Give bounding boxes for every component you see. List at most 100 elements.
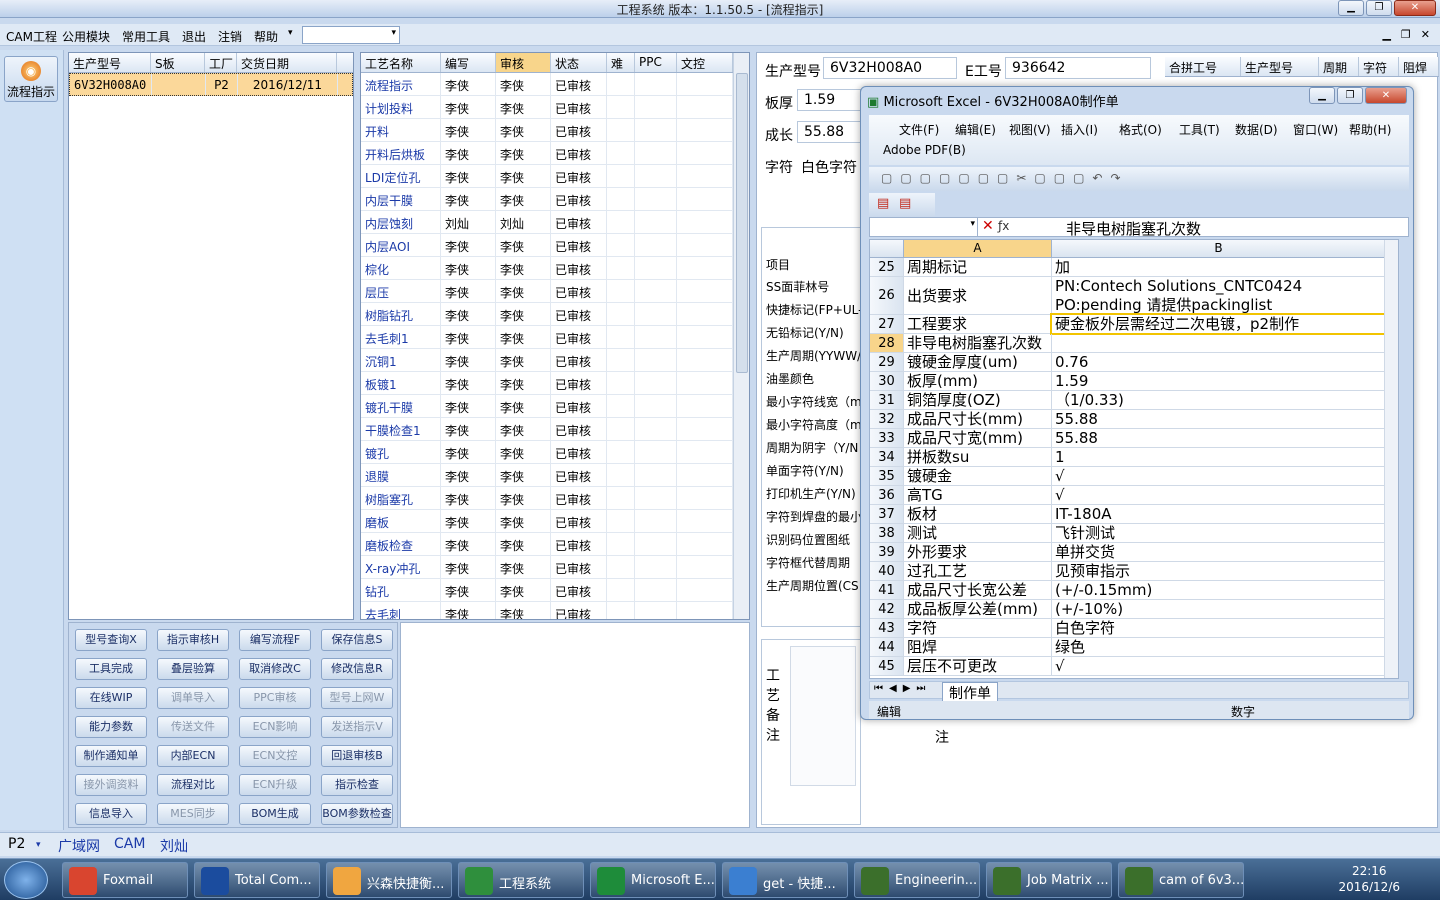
table-row[interactable]: 磨板检查 李侠 李侠 已审核: [361, 533, 749, 556]
table-row[interactable]: LDI定位孔 李侠 李侠 已审核: [361, 165, 749, 188]
taskbar-item[interactable]: Foxmail: [62, 862, 188, 898]
col-model[interactable]: 生产型号: [69, 53, 151, 72]
row-number[interactable]: 33: [870, 429, 904, 447]
col-combine-char[interactable]: 字符: [1359, 57, 1399, 76]
table-row[interactable]: 磨板 李侠 李侠 已审核: [361, 510, 749, 533]
cell-b[interactable]: 1: [1052, 448, 1386, 466]
cell-b[interactable]: 55.88: [1052, 410, 1386, 428]
table-row[interactable]: 6V32H008A0 P2 2016/12/11: [69, 73, 353, 96]
row-number[interactable]: 26: [870, 277, 904, 314]
cell-a[interactable]: 成品尺寸长(mm): [904, 410, 1052, 428]
taskbar-item[interactable]: Total Com...: [194, 862, 320, 898]
cell-a[interactable]: 镀硬金厚度(um): [904, 353, 1052, 371]
row-number[interactable]: 38: [870, 524, 904, 542]
row-number[interactable]: 37: [870, 505, 904, 523]
cell-b[interactable]: 55.88: [1052, 429, 1386, 447]
excel-menu-window[interactable]: 窗口(W): [1293, 121, 1338, 138]
table-row[interactable]: X-ray冲孔 李侠 李侠 已审核: [361, 556, 749, 579]
mdi-minimize-icon[interactable]: ▁: [1382, 28, 1390, 41]
table-row[interactable]: 镀孔 李侠 李侠 已审核: [361, 441, 749, 464]
function-button[interactable]: 回退审核B: [321, 745, 393, 767]
col-doccontrol[interactable]: 文控: [677, 53, 733, 72]
taskbar-item[interactable]: cam of 6v3...: [1118, 862, 1244, 898]
function-button[interactable]: BOM参数检查: [321, 803, 393, 825]
function-button[interactable]: 流程对比: [157, 774, 229, 796]
process-scrollbar[interactable]: [733, 53, 749, 619]
excel-menu-format[interactable]: 格式(O): [1119, 121, 1162, 138]
table-row[interactable]: 内层AOI 李侠 李侠 已审核: [361, 234, 749, 257]
row-number[interactable]: 34: [870, 448, 904, 466]
factory-selector[interactable]: P2: [8, 836, 25, 852]
menu-help[interactable]: 帮助: [254, 28, 278, 45]
cell-b[interactable]: 白色字符: [1052, 619, 1386, 637]
cell-b[interactable]: 绿色: [1052, 638, 1386, 656]
cell-b[interactable]: [1052, 334, 1386, 352]
cell-a[interactable]: 工程要求: [904, 315, 1052, 333]
function-button[interactable]: 修改信息R: [321, 658, 393, 680]
col-reviewer[interactable]: 审核: [496, 53, 551, 72]
cell-a[interactable]: 周期标记: [904, 258, 1052, 276]
toolbar-icons[interactable]: ▢▢▢▢▢▢▢✂▢▢▢↶↷: [881, 171, 1129, 185]
fx-icon[interactable]: ƒx: [998, 219, 1009, 233]
row-number[interactable]: 44: [870, 638, 904, 656]
row-number[interactable]: 42: [870, 600, 904, 618]
function-button[interactable]: 内部ECN: [157, 745, 229, 767]
table-row[interactable]: 镀孔干膜 李侠 李侠 已审核: [361, 395, 749, 418]
cell-b[interactable]: 飞针测试: [1052, 524, 1386, 542]
excel-menu-help[interactable]: 帮助(H): [1349, 121, 1391, 138]
col-factory[interactable]: 工厂: [205, 53, 237, 72]
excel-menu-file[interactable]: 文件(F): [899, 121, 939, 138]
function-button[interactable]: 指示检查: [321, 774, 393, 796]
cell-a[interactable]: 拼板数su: [904, 448, 1052, 466]
function-button[interactable]: MES同步: [157, 803, 229, 825]
table-row[interactable]: 开料后烘板 李侠 李侠 已审核: [361, 142, 749, 165]
cancel-icon[interactable]: ✕: [982, 218, 994, 234]
col-process[interactable]: 工艺名称: [361, 53, 441, 72]
cell-b[interactable]: √: [1052, 467, 1386, 485]
col-delivery[interactable]: 交货日期: [237, 53, 337, 72]
cell-a[interactable]: 镀硬金: [904, 467, 1052, 485]
model-field[interactable]: 6V32H008A0: [823, 57, 957, 79]
function-button[interactable]: 传送文件: [157, 716, 229, 738]
cell-b[interactable]: （1/0.33): [1052, 391, 1386, 409]
function-button[interactable]: 编写流程F: [239, 629, 311, 651]
excel-menu-edit[interactable]: 编辑(E): [955, 121, 996, 138]
minimize-icon[interactable]: ▁: [1338, 0, 1364, 16]
cell-a[interactable]: 阻焊: [904, 638, 1052, 656]
row-number[interactable]: 28: [870, 334, 904, 352]
length-field[interactable]: 55.88: [797, 121, 861, 143]
cell-a[interactable]: 板材: [904, 505, 1052, 523]
table-row[interactable]: 开料 李侠 李侠 已审核: [361, 119, 749, 142]
row-number[interactable]: 39: [870, 543, 904, 561]
cell-a[interactable]: 过孔工艺: [904, 562, 1052, 580]
excel-menu-data[interactable]: 数据(D): [1235, 121, 1278, 138]
table-row[interactable]: 流程指示 李侠 李侠 已审核: [361, 73, 749, 96]
taskbar-item[interactable]: 工程系统: [458, 862, 584, 898]
cell-a[interactable]: 成品尺寸宽(mm): [904, 429, 1052, 447]
cell-a[interactable]: 高TG: [904, 486, 1052, 504]
row-number[interactable]: 32: [870, 410, 904, 428]
table-row[interactable]: 内层蚀刻 刘灿 刘灿 已审核: [361, 211, 749, 234]
taskbar-item[interactable]: Job Matrix ...: [986, 862, 1112, 898]
table-row[interactable]: 钻孔 李侠 李侠 已审核: [361, 579, 749, 602]
function-button[interactable]: 工具完成: [75, 658, 147, 680]
function-button[interactable]: 能力参数: [75, 716, 147, 738]
cell-a[interactable]: 成品尺寸长宽公差: [904, 581, 1052, 599]
function-button[interactable]: 在线WIP: [75, 687, 147, 709]
cell-b[interactable]: 0.76: [1052, 353, 1386, 371]
function-button[interactable]: 接外调资料: [75, 774, 147, 796]
cell-a[interactable]: 外形要求: [904, 543, 1052, 561]
row-number[interactable]: 40: [870, 562, 904, 580]
name-box[interactable]: ▾: [870, 218, 978, 236]
function-button[interactable]: 发送指示V: [321, 716, 393, 738]
menu-combo[interactable]: ▾: [302, 26, 400, 44]
row-number[interactable]: 43: [870, 619, 904, 637]
function-button[interactable]: 叠层验算: [157, 658, 229, 680]
taskbar-item[interactable]: Engineerin...: [854, 862, 980, 898]
pdf-convert-icon[interactable]: ▤: [899, 196, 911, 211]
taskbar-item[interactable]: get - 快捷...: [722, 862, 848, 898]
col-ppc[interactable]: PPC: [635, 53, 677, 72]
row-number[interactable]: 45: [870, 657, 904, 675]
taskbar-item[interactable]: Microsoft E...: [590, 862, 716, 898]
function-button[interactable]: BOM生成: [239, 803, 311, 825]
